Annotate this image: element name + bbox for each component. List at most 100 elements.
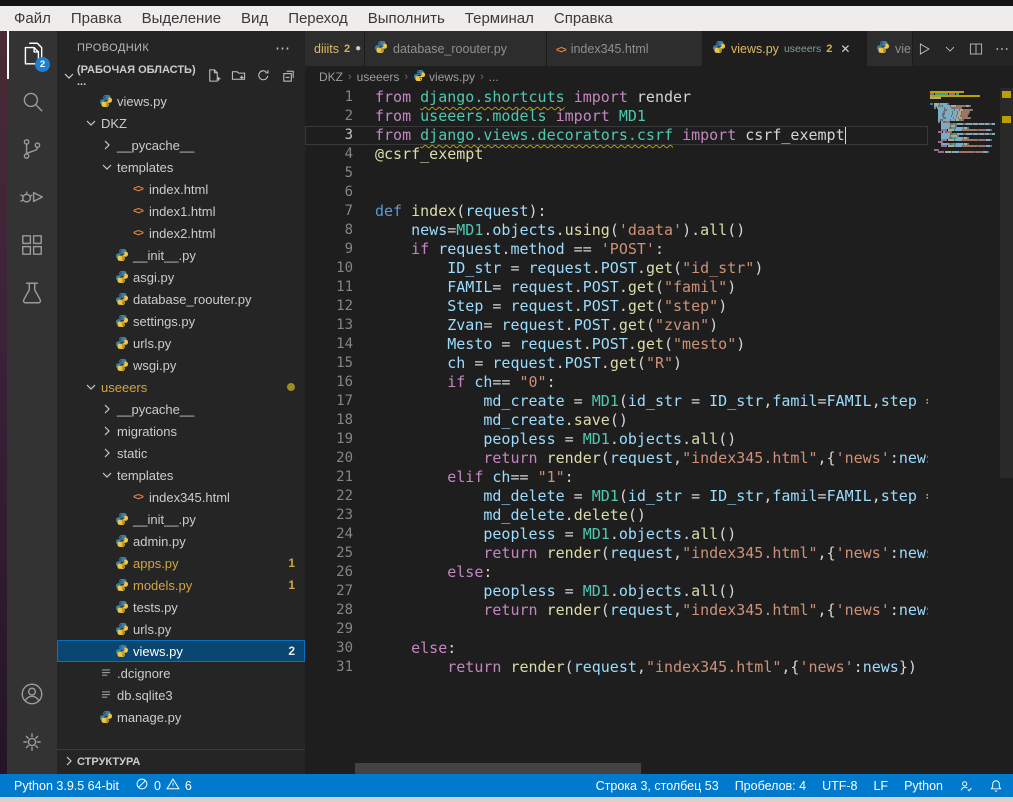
line-number: 15 [305,354,353,373]
more-actions-icon[interactable] [991,38,1013,60]
html-file-icon: <> [129,228,147,239]
status-python-interpreter[interactable]: Python 3.9.5 64-bit [14,779,119,793]
tree-item-database_roouter.py[interactable]: database_roouter.py [57,288,305,310]
status-indentation[interactable]: Пробелов: 4 [735,779,806,793]
code-line-19: 19 peopless = MD1.objects.all() [305,430,928,449]
tree-item-db.sqlite3[interactable]: db.sqlite3 [57,684,305,706]
tree-item-label: index345.html [149,490,230,505]
minimap[interactable] [928,89,1000,153]
code-line-14: 14 Mesto = request.POST.get("mesto") [305,335,928,354]
split-editor-icon[interactable] [965,38,987,60]
chevron-down-icon [99,159,115,175]
tab-database_roouter.py[interactable]: database_roouter.py [365,31,547,66]
tree-item-apps.py[interactable]: apps.py 1 [57,552,305,574]
chevron-down-icon [83,115,99,131]
horizontal-scrollbar[interactable] [355,763,641,774]
status-eol[interactable]: LF [873,779,888,793]
tree-item-templates[interactable]: templates [57,156,305,178]
activitybar-settings[interactable] [7,720,57,768]
tree-item-index345.html[interactable]: <> index345.html [57,486,305,508]
breadcrumb-item[interactable]: DKZ [319,70,343,84]
run-dropdown-icon[interactable] [939,38,961,60]
tab-problems-badge: 2 [826,43,832,55]
tab-diiits[interactable]: diiits 2 ● [305,31,365,66]
tree-item-manage.py[interactable]: manage.py [57,706,305,728]
breadcrumb-item[interactable]: useeers [357,70,400,84]
status-cursor-position[interactable]: Строка 3, столбец 53 [596,779,719,793]
tab-vie[interactable]: vie [867,31,913,66]
structure-section-header[interactable]: СТРУКТУРА [57,749,305,774]
activitybar-extensions[interactable] [7,223,57,271]
tree-item-__pycache__[interactable]: __pycache__ [57,398,305,420]
breadcrumb-item[interactable]: views.py [429,70,475,84]
tree-item-static[interactable]: static [57,442,305,464]
activitybar-run-debug[interactable] [7,175,57,223]
status-language-mode[interactable]: Python [904,779,943,793]
tree-item-admin.py[interactable]: admin.py [57,530,305,552]
activitybar-search[interactable] [7,79,57,127]
run-icon[interactable] [913,38,935,60]
workspace-section-label: (РАБОЧАЯ ОБЛАСТЬ) ... [77,64,204,88]
workbench: 2 ПРОВОДНИК ⋯ (РАБОЧАЯ ОБЛАСТЬ) ... [0,31,1013,774]
menu-item-help[interactable]: Справка [544,10,623,27]
workspace-section-header[interactable]: (РАБОЧАЯ ОБЛАСТЬ) ... [57,64,305,87]
tree-item-__init__.py[interactable]: __init__.py [57,508,305,530]
feedback-icon[interactable] [959,779,973,793]
tab-index345.html[interactable]: <> index345.html [547,31,703,66]
tree-item-asgi.py[interactable]: asgi.py [57,266,305,288]
tree-item-tests.py[interactable]: tests.py [57,596,305,618]
new-file-icon[interactable] [204,67,222,85]
overview-ruler[interactable] [1000,88,1013,774]
breadcrumb-item[interactable]: ... [489,70,499,84]
tree-item-urls.py[interactable]: urls.py [57,618,305,640]
activitybar-source-control[interactable] [7,127,57,175]
tree-item-templates[interactable]: templates [57,464,305,486]
menu-item-go[interactable]: Переход [278,10,358,27]
status-encoding[interactable]: UTF-8 [822,779,857,793]
text-file-icon [97,688,115,702]
tree-item-__init__.py[interactable]: __init__.py [57,244,305,266]
tree-item-index2.html[interactable]: <> index2.html [57,222,305,244]
html-file-icon: <> [129,206,147,217]
line-number: 18 [305,411,353,430]
tree-item-wsgi.py[interactable]: wsgi.py [57,354,305,376]
tree-item-views.py[interactable]: views.py [57,90,305,112]
tree-item-views.py[interactable]: views.py 2 [57,640,305,662]
tree-item-label: tests.py [133,600,178,615]
tree-item-models.py[interactable]: models.py 1 [57,574,305,596]
status-bar: Python 3.9.5 64-bit 0 6 Строка 3, столбе… [0,774,1013,797]
tree-item-__pycache__[interactable]: __pycache__ [57,134,305,156]
tree-item-index.html[interactable]: <> index.html [57,178,305,200]
collapse-all-icon[interactable] [279,67,297,85]
tab-views.py[interactable]: views.py useeers 2 ✕ [703,31,867,66]
activitybar-explorer[interactable]: 2 [7,31,57,79]
activitybar-account[interactable] [7,672,57,720]
tree-item-label: views.py [133,644,183,659]
tree-item-urls.py[interactable]: urls.py [57,332,305,354]
status-problems[interactable]: 0 6 [135,777,192,794]
notifications-bell-icon[interactable] [989,779,1003,793]
vertical-scrollbar[interactable] [1000,88,1013,478]
text-cursor [845,127,847,144]
tree-item-settings.py[interactable]: settings.py [57,310,305,332]
menu-item-run[interactable]: Выполнить [358,10,455,27]
line-number: 6 [305,183,353,202]
close-icon[interactable]: ✕ [840,42,850,56]
tree-item-useeers[interactable]: useeers [57,376,305,398]
menu-item-edit[interactable]: Правка [61,10,132,27]
tree-item-migrations[interactable]: migrations [57,420,305,442]
menu-item-terminal[interactable]: Терминал [455,10,544,27]
tree-item-.dcignore[interactable]: .dcignore [57,662,305,684]
refresh-icon[interactable] [254,67,272,85]
tree-item-index1.html[interactable]: <> index1.html [57,200,305,222]
code-editor[interactable]: 1from django.shortcuts import render 2fr… [305,88,1013,774]
new-folder-icon[interactable] [229,67,247,85]
line-number: 12 [305,297,353,316]
activitybar-testing[interactable] [7,271,57,319]
tree-item-label: apps.py [133,556,179,571]
explorer-more-actions-icon[interactable]: ⋯ [275,39,291,57]
menu-item-file[interactable]: Файл [4,10,61,27]
tree-item-DKZ[interactable]: DKZ [57,112,305,134]
menu-item-selection[interactable]: Выделение [132,10,231,27]
menu-item-view[interactable]: Вид [231,10,278,27]
